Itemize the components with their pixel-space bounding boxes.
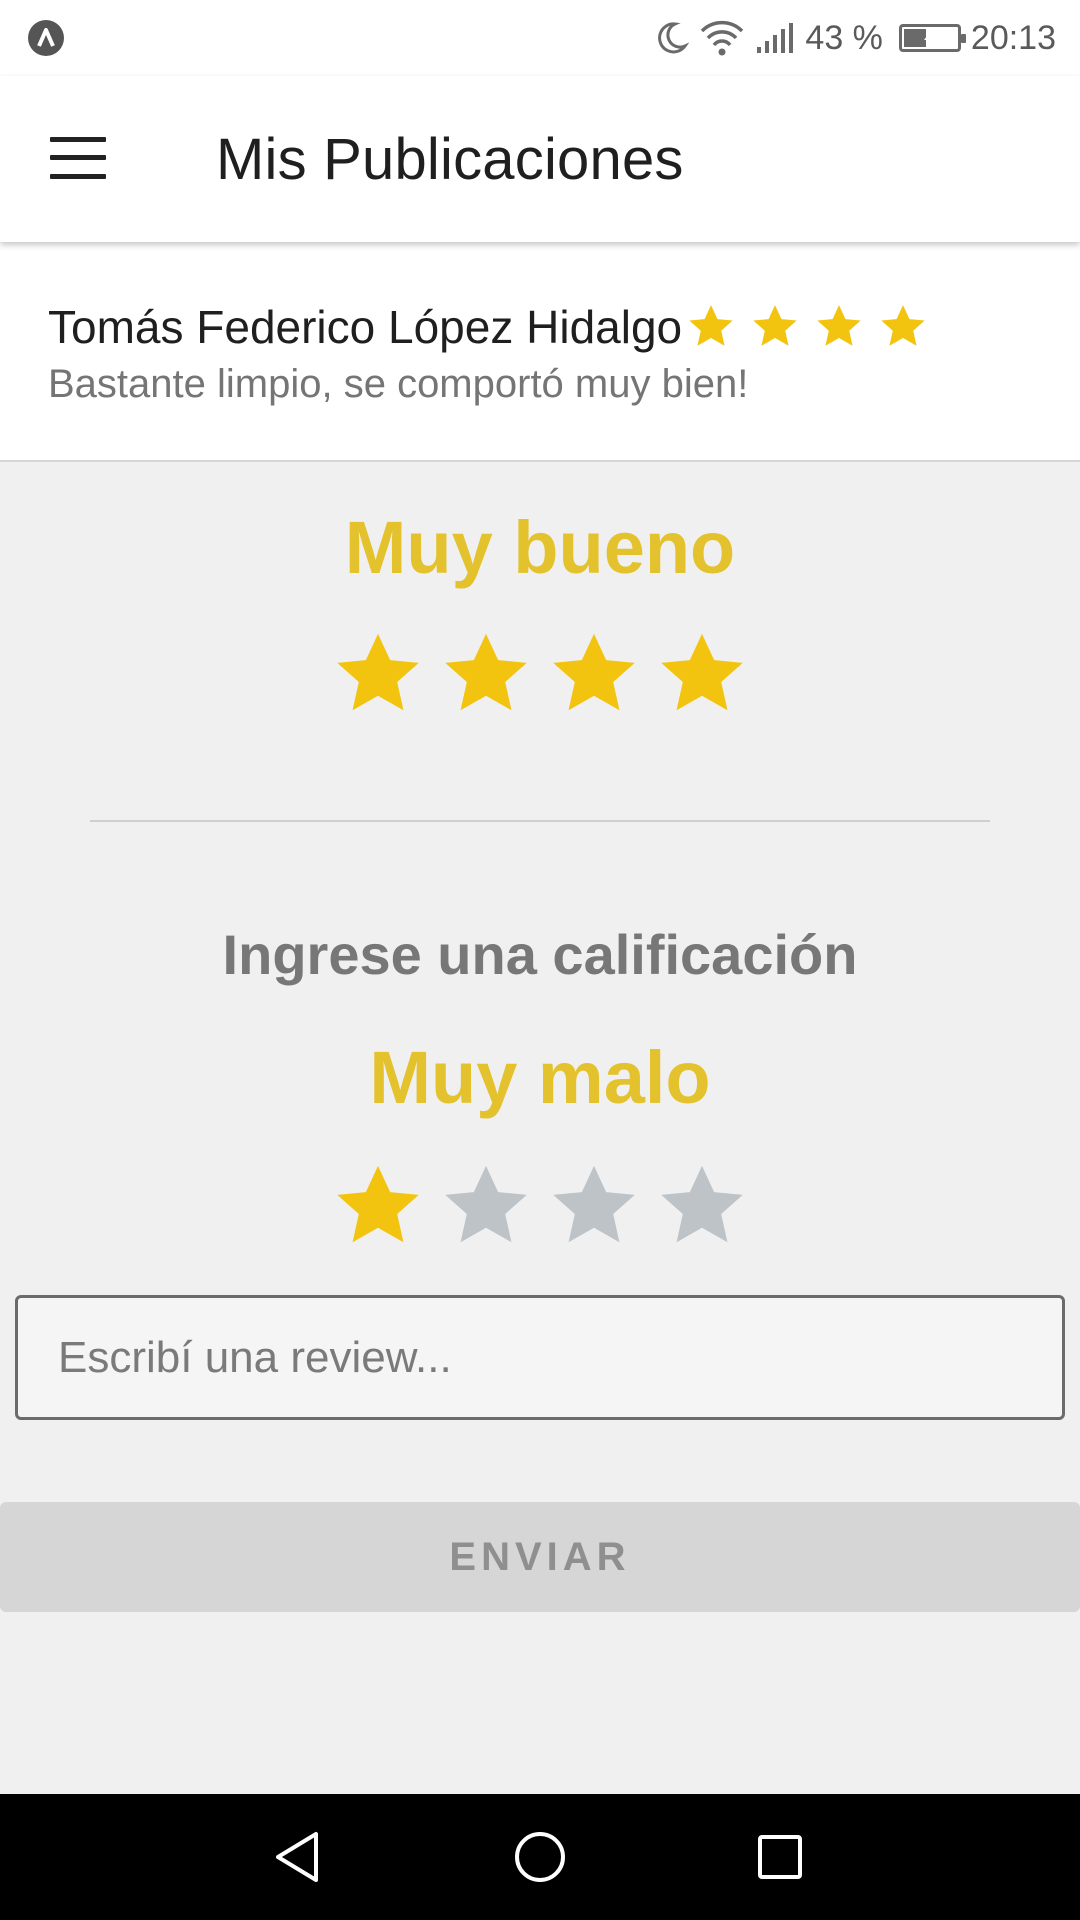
star-filled-icon (689, 305, 733, 346)
rating-prompt: Ingrese una calificación (222, 923, 858, 986)
review-card: Tomás Federico López Hidalgo Bastante li… (0, 242, 1080, 462)
battery-percent: 43 % (805, 18, 883, 57)
recents-icon[interactable] (747, 1824, 813, 1890)
rating-input-stars[interactable] (0, 1160, 1080, 1254)
submit-button[interactable]: ENVIAR (0, 1502, 1080, 1612)
selected-rating-label: Muy malo (369, 1036, 711, 1119)
star-filled-icon (753, 305, 797, 346)
star-filled-icon (817, 305, 861, 346)
battery-charging-icon (898, 24, 966, 52)
star-filled-icon (553, 633, 635, 711)
status-bar: 43 % 20:13 (0, 0, 1080, 76)
average-rating-label: Muy bueno (344, 506, 736, 589)
review-author: Tomás Federico López Hidalgo (48, 301, 683, 353)
signal-icon (757, 23, 794, 53)
star-filled-icon (661, 633, 743, 711)
moon-icon (658, 22, 690, 54)
review-header: Tomás Federico López Hidalgo (48, 300, 928, 354)
app-notification-icon (28, 20, 64, 56)
divider (90, 820, 990, 822)
star-filled-icon (445, 633, 527, 711)
app-bar: Mis Publicaciones (0, 76, 1080, 242)
star-filled-icon (881, 305, 925, 346)
status-icons: 43 % 20:13 (653, 14, 1056, 62)
review-text: Bastante limpio, se comportó muy bien! (48, 362, 749, 406)
review-input[interactable] (15, 1295, 1065, 1420)
navigation-bar (0, 1794, 1080, 1920)
star-empty-icon[interactable] (655, 1160, 749, 1254)
star-empty-icon[interactable] (439, 1160, 533, 1254)
home-icon[interactable] (507, 1824, 573, 1890)
back-icon[interactable] (266, 1824, 332, 1890)
clock: 20:13 (970, 18, 1056, 57)
wifi-icon (701, 20, 744, 56)
star-empty-icon[interactable] (547, 1160, 641, 1254)
star-filled-icon (337, 633, 419, 711)
star-filled-icon[interactable] (331, 1160, 425, 1254)
hamburger-menu-icon[interactable] (50, 137, 106, 179)
page-title: Mis Publicaciones (216, 127, 684, 192)
average-rating-stars (0, 628, 1080, 722)
review-stars (686, 302, 928, 352)
